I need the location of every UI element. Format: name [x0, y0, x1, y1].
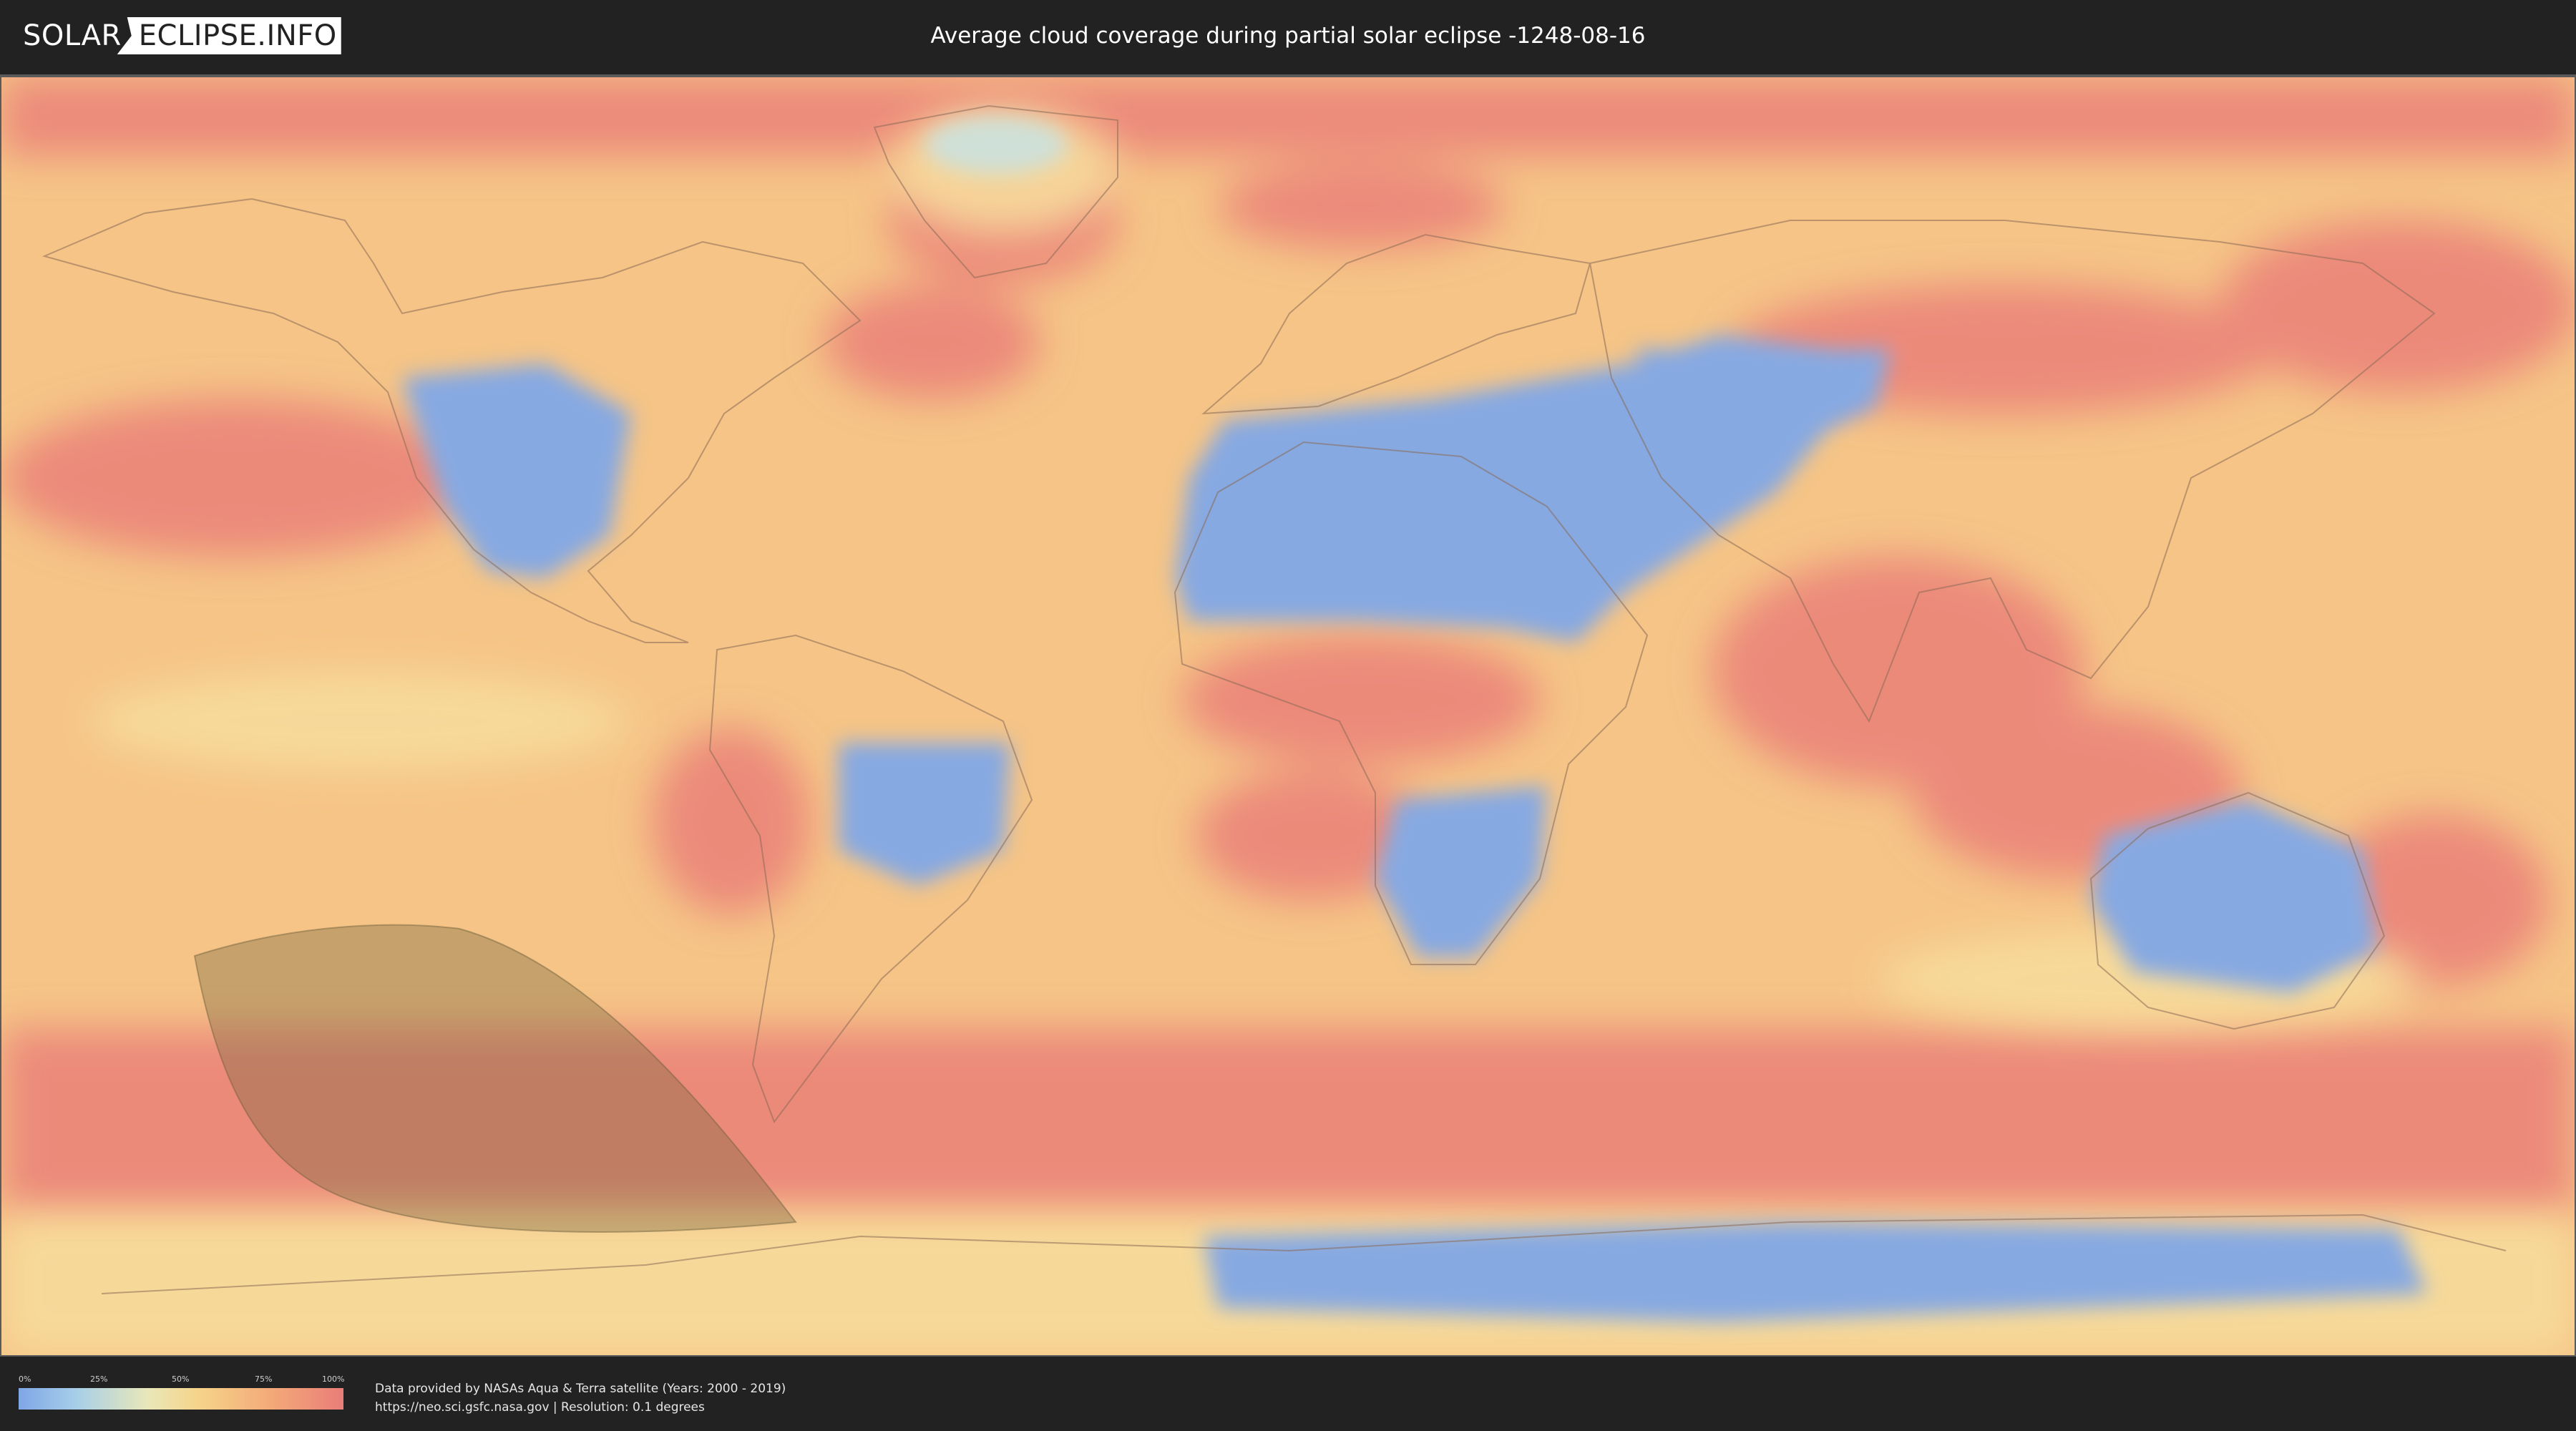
legend-gradient-bar [19, 1388, 343, 1410]
cloud-coverage-map [1, 77, 2575, 1355]
legend-tick-25: 25% [90, 1374, 108, 1384]
legend-tick-50: 50% [172, 1374, 190, 1384]
legend-tick-0: 0% [19, 1374, 31, 1384]
cloud-coverage-legend: 0% 25% 50% 75% 100% [19, 1374, 345, 1418]
page-title: Average cloud coverage during partial so… [930, 23, 1646, 49]
data-credits: Data provided by NASAs Aqua & Terra sate… [375, 1379, 786, 1417]
header: SOLAR ECLIPSE.INFO Average cloud coverag… [0, 0, 2576, 72]
credits-line-source: Data provided by NASAs Aqua & Terra sate… [375, 1382, 786, 1396]
legend-tick-100: 100% [322, 1374, 345, 1384]
credits-line-url: https://neo.sci.gsfc.nasa.gov | Resoluti… [375, 1400, 705, 1415]
footer: 0% 25% 50% 75% 100% Data provided by NAS… [0, 1358, 2576, 1431]
legend-tick-75: 75% [255, 1374, 273, 1384]
page: SOLAR ECLIPSE.INFO Average cloud coverag… [0, 0, 2576, 1431]
map-frame [0, 74, 2576, 1357]
